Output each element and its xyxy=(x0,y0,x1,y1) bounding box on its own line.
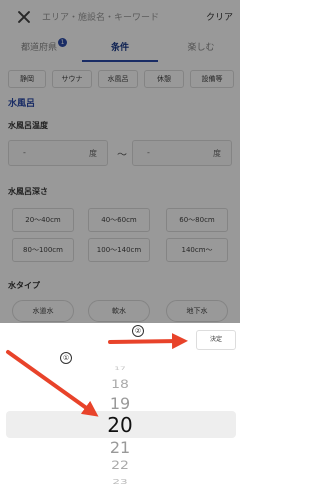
picker-value[interactable]: 21 xyxy=(0,438,240,457)
modal-backdrop[interactable] xyxy=(0,0,240,323)
step-2-marker: ② xyxy=(132,325,144,337)
picker-value[interactable]: 22 xyxy=(0,460,240,473)
picker-value-selected[interactable]: 20 xyxy=(0,413,240,437)
step-1-marker: ① xyxy=(60,352,72,364)
picker-value[interactable]: 23 xyxy=(0,478,240,486)
picker-value[interactable]: 17 xyxy=(0,367,240,372)
picker-value[interactable]: 18 xyxy=(0,379,240,392)
picker-value[interactable]: 19 xyxy=(0,394,240,413)
done-button[interactable]: 決定 xyxy=(196,330,236,350)
